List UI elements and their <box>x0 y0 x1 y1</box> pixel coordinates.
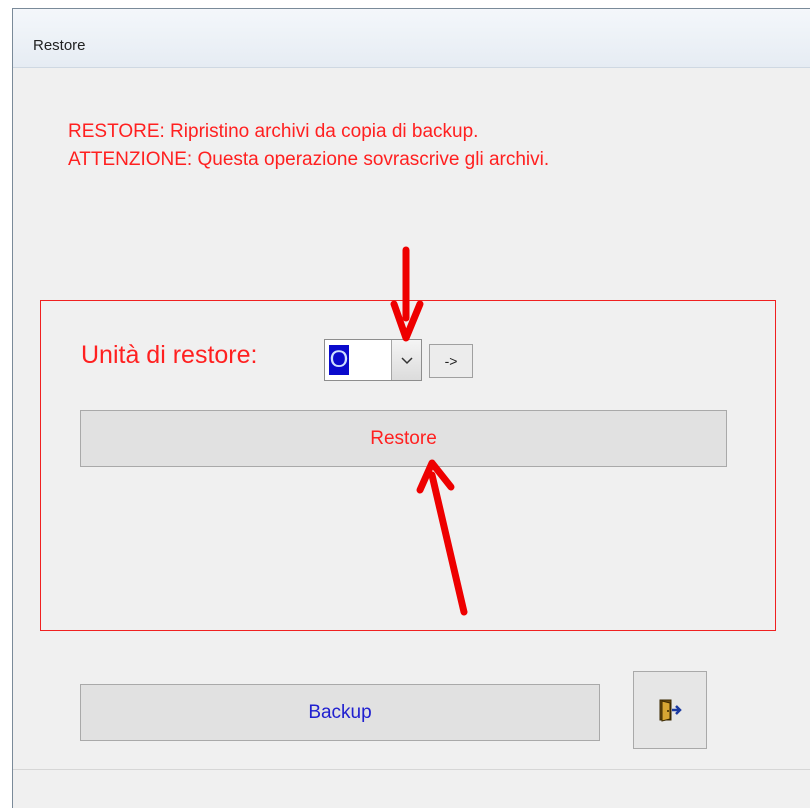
status-bar <box>13 769 810 808</box>
info-message-line-1: RESTORE: Ripristino archivi da copia di … <box>68 121 479 142</box>
chevron-down-icon <box>400 357 413 365</box>
exit-button[interactable] <box>633 671 707 749</box>
restore-unit-label: Unità di restore: <box>81 341 258 369</box>
exit-door-icon <box>659 699 682 722</box>
window-title: Restore <box>33 37 86 54</box>
go-button[interactable]: -> <box>429 344 473 378</box>
drive-value[interactable]: O <box>329 345 349 375</box>
warning-message-line-2: ATTENZIONE: Questa operazione sovrascriv… <box>68 149 550 170</box>
restore-button[interactable]: Restore <box>80 410 727 467</box>
title-bar: Restore <box>13 9 810 68</box>
dropdown-button[interactable] <box>391 340 421 380</box>
backup-button[interactable]: Backup <box>80 684 600 741</box>
restore-drive-combobox[interactable]: O <box>324 339 422 381</box>
restore-window: Restore RESTORE: Ripristino archivi da c… <box>12 8 810 808</box>
